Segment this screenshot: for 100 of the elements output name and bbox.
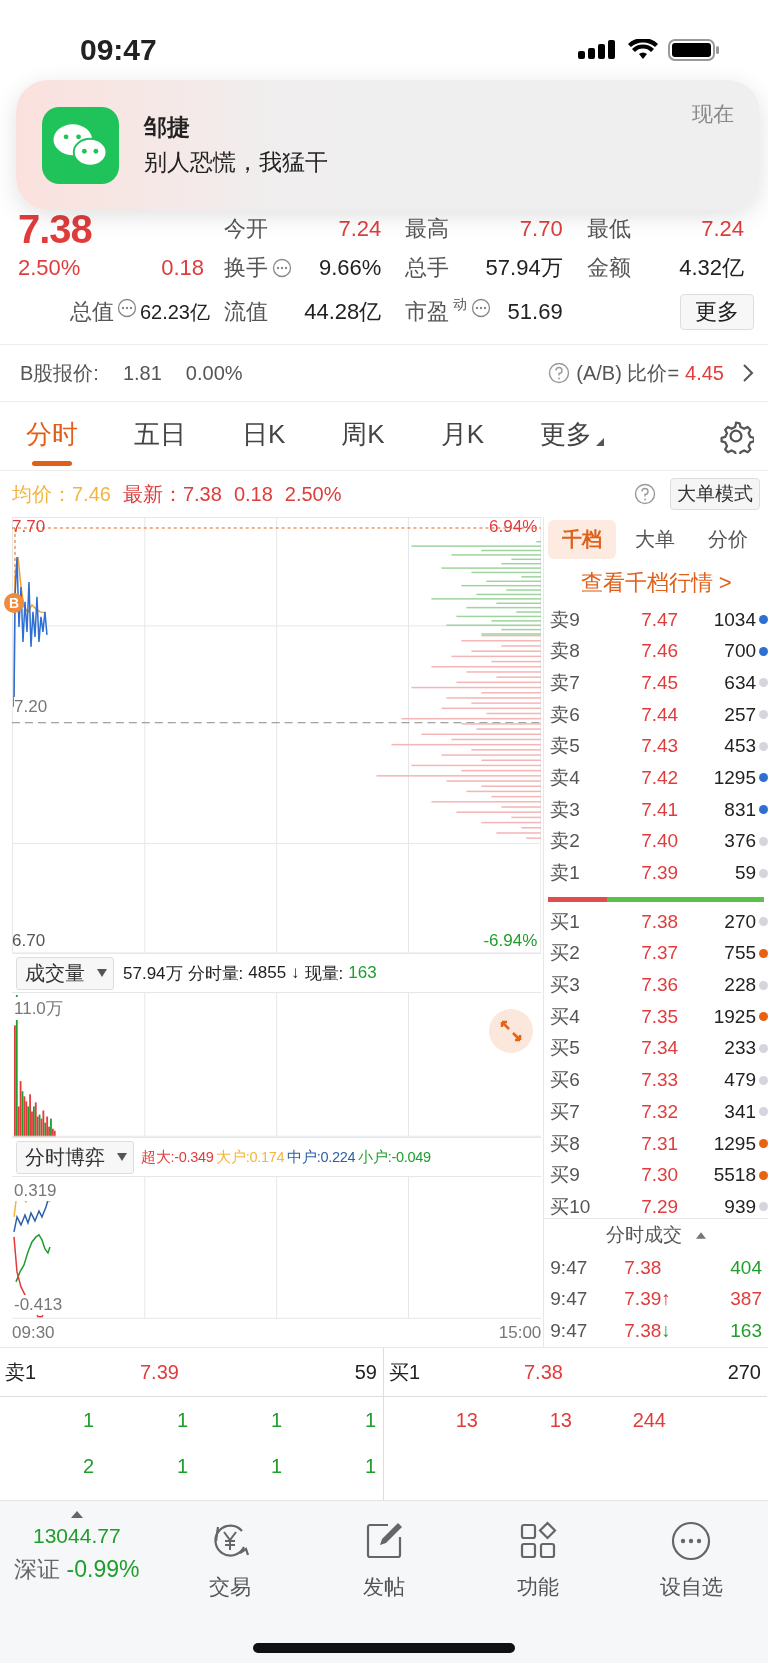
bid-level: 买10 [550, 1194, 592, 1218]
big-order-mode-button[interactable]: 大单模式 [670, 478, 760, 510]
bid-volume: 939 [723, 1195, 756, 1218]
bid-level: 买1 [550, 909, 581, 934]
percent-axis-label: -6.94% [483, 931, 538, 952]
trade-time: 9:47 [550, 1288, 589, 1311]
chart-tab[interactable]: 更多 [524, 406, 621, 466]
ask-price: 7.41 [640, 798, 679, 821]
b-share-change: 0.00% [185, 361, 243, 385]
ask-level: 卖9 [550, 607, 581, 632]
more-dots-icon[interactable] [471, 298, 492, 318]
bid-price: 7.38 [524, 1360, 564, 1384]
volume-total: 57.94万 [123, 962, 183, 985]
ask-level: 卖8 [550, 639, 581, 664]
bid-price: 7.35 [640, 1005, 679, 1028]
bid-price: 7.38 [640, 910, 679, 933]
signal-icon [578, 39, 618, 61]
index-ticker[interactable]: 13044.77 深证 -0.99% [0, 1511, 154, 1585]
bid-volume: 233 [723, 1037, 756, 1060]
change-percent: 2.50% [18, 255, 81, 281]
bid-volume: 341 [723, 1100, 756, 1123]
flow-legend-item: 超大:-0.349 [141, 1147, 214, 1167]
bid-volume: 228 [723, 974, 756, 997]
order-book-tab[interactable]: 大单 [621, 519, 690, 559]
bid-price: 7.29 [640, 1195, 679, 1218]
bid-volume: 1295 [712, 1132, 756, 1155]
superscript-label: 动 [453, 296, 468, 314]
help-icon[interactable] [634, 483, 656, 505]
chevron-right-icon[interactable] [742, 363, 754, 383]
bid-volume: 270 [727, 1360, 761, 1384]
depth-bar [536, 540, 542, 543]
bid-volume: 755 [723, 942, 756, 965]
dropdown-caret-icon [97, 969, 107, 978]
price-axis-label: 6.70 [12, 931, 47, 952]
ask-price: 7.47 [640, 608, 679, 631]
stat-value: 7.24 [701, 216, 745, 242]
indicator-dropdown[interactable]: 分时博弈 [16, 1140, 134, 1174]
queue-order: 1 [175, 1408, 188, 1432]
chart-tab[interactable]: 五日 [118, 406, 202, 466]
bid-price: 7.37 [640, 942, 679, 965]
bid-price: 7.32 [640, 1100, 679, 1123]
chart-tab[interactable]: 日K [226, 406, 302, 466]
ask-volume: 453 [723, 735, 756, 758]
ask-level: 卖3 [550, 797, 581, 822]
index-name: 深证 [14, 1556, 61, 1582]
flow-legend-item: 小户:-0.049 [358, 1147, 431, 1167]
bid-level: 买5 [550, 1036, 581, 1061]
depth-bar [481, 821, 542, 824]
stat-label: 总值 [69, 298, 114, 326]
more-dots-icon[interactable] [116, 298, 137, 318]
index-change: -0.99% [66, 1556, 140, 1582]
b-share-label: B股报价: [20, 360, 99, 386]
order-book-tab[interactable]: 分价 [694, 519, 762, 559]
depth-bar [491, 660, 542, 663]
expand-icon[interactable] [489, 1009, 534, 1054]
queue-order: 13 [454, 1408, 478, 1432]
stat-value: 57.94万 [485, 254, 564, 282]
nav-item[interactable]: 功能 [460, 1511, 615, 1601]
chart-tab[interactable]: 月K [424, 406, 501, 466]
more-dots-icon[interactable] [272, 258, 292, 278]
bid-level: 买8 [550, 1131, 581, 1156]
wifi-icon [628, 39, 658, 61]
ask-level: 卖5 [550, 734, 581, 759]
queue-order: 1 [175, 1454, 188, 1478]
trade-volume: 404 [730, 1256, 762, 1279]
settings-icon[interactable] [718, 418, 754, 454]
ask-volume: 831 [723, 798, 756, 821]
queue-order: 13 [548, 1408, 572, 1432]
help-icon[interactable] [548, 362, 571, 384]
current-volume: 163 [348, 963, 377, 984]
nav-item[interactable]: 发帖 [307, 1511, 461, 1601]
notification-banner[interactable]: 邹捷 别人恐慌，我猛干 现在 [16, 80, 760, 210]
trade-volume: 163 [730, 1320, 762, 1343]
queue-order: 1 [363, 1408, 376, 1432]
chart-tab[interactable]: 分时 [10, 406, 94, 466]
collapse-caret-icon[interactable] [696, 1231, 707, 1239]
trade-price: 7.38 [624, 1320, 662, 1343]
ask-price: 7.44 [640, 703, 679, 726]
stat-label: 最高 [405, 215, 450, 243]
down-arrow: ↓ [291, 963, 300, 984]
ask-level: 卖1 [550, 861, 581, 886]
chart-tab[interactable]: 周K [325, 406, 401, 466]
queue-order: 1 [269, 1454, 282, 1478]
more-button[interactable]: 更多 [680, 294, 754, 330]
ask-volume: 59 [733, 862, 756, 885]
dropdown-caret-icon [117, 1153, 127, 1162]
bid-volume: 270 [723, 910, 756, 933]
stat-label: 最低 [586, 215, 631, 243]
ratio-value: 4.45 [685, 361, 724, 385]
full-depth-link[interactable]: 查看千档行情 > [544, 561, 768, 604]
chat-bubbles-icon [42, 106, 119, 184]
average-price-label: 均价： [12, 481, 72, 507]
indicator-dropdown[interactable]: 成交量 [16, 956, 114, 990]
depth-bar [501, 628, 542, 631]
ask-volume: 700 [723, 640, 756, 663]
nav-item[interactable]: 设自选 [614, 1511, 768, 1601]
latest-price: 7.38 [182, 482, 222, 506]
price-axis-label: 7.70 [12, 517, 46, 537]
nav-item[interactable]: 交易 [153, 1511, 308, 1601]
expand-caret-icon [70, 1511, 83, 1518]
